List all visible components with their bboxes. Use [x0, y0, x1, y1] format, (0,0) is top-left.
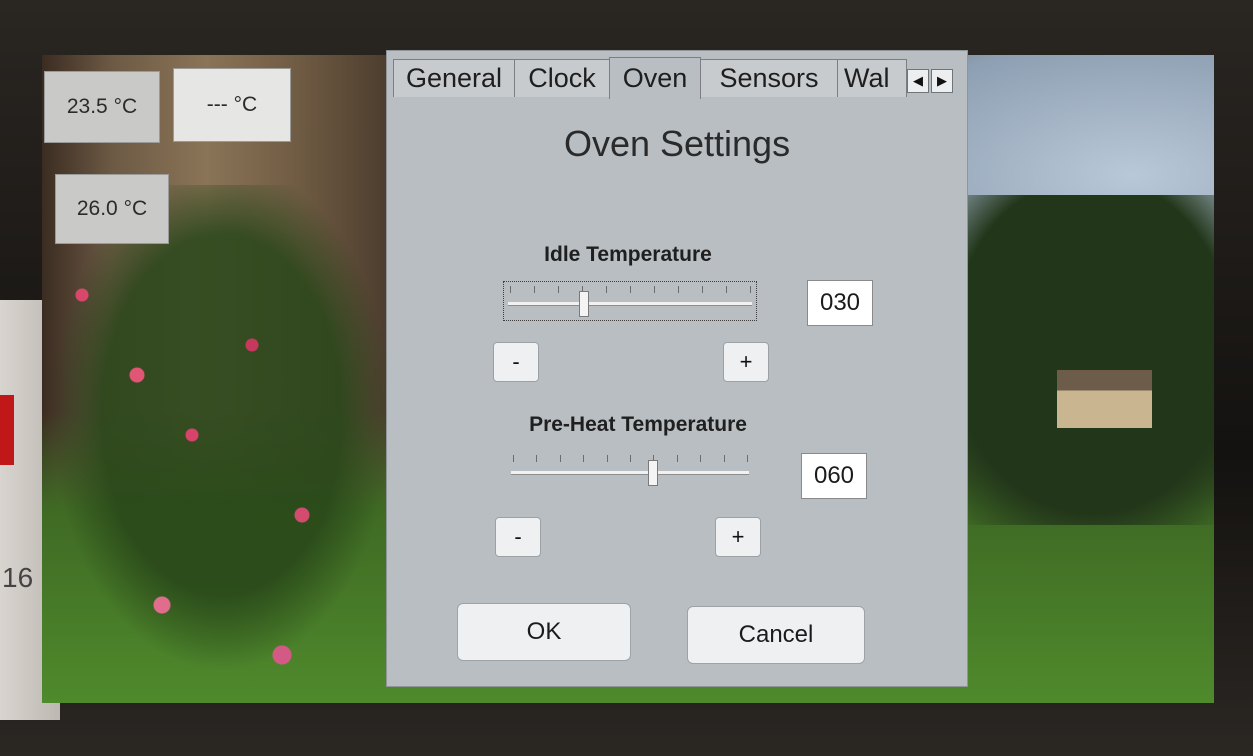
slider-tick: [534, 286, 535, 293]
tab-clock[interactable]: Clock: [514, 59, 610, 97]
idle-temperature-slider[interactable]: [503, 281, 757, 321]
slider-thumb[interactable]: [647, 460, 658, 486]
idle-increment-button[interactable]: +: [723, 342, 769, 382]
slider-track: [511, 471, 749, 475]
slider-thumb[interactable]: [578, 291, 589, 317]
tab-wallpaper[interactable]: Wal: [837, 59, 907, 97]
tab-oven[interactable]: Oven: [609, 57, 701, 99]
slider-tick: [558, 286, 559, 293]
preheat-increment-button[interactable]: +: [715, 517, 761, 557]
slider-tick: [726, 286, 727, 293]
preheat-decrement-button[interactable]: -: [495, 517, 541, 557]
preheat-temperature-slider[interactable]: [507, 451, 753, 491]
tab-bar: General Clock Oven Sensors Wal ◀ ▶: [387, 51, 967, 99]
wallpaper-flowers: [42, 185, 402, 685]
oven-settings-dialog: General Clock Oven Sensors Wal ◀ ▶ Oven …: [386, 50, 968, 687]
slider-tick: [678, 286, 679, 293]
slider-tick: [606, 455, 608, 462]
slider-tick: [750, 286, 751, 293]
slider-ticks: [510, 286, 751, 294]
slider-tick: [513, 455, 514, 462]
slider-tick: [536, 455, 538, 462]
slider-tick: [606, 286, 607, 293]
slider-tick: [510, 286, 511, 293]
tab-sensors[interactable]: Sensors: [700, 59, 838, 97]
tab-scroll-left-icon[interactable]: ◀: [907, 69, 929, 93]
slider-tick: [702, 286, 703, 293]
idle-temperature-label: Idle Temperature: [544, 243, 712, 266]
idle-temperature-value: 030: [807, 280, 873, 326]
preheat-temperature-value: 060: [801, 453, 867, 499]
slider-ticks: [513, 455, 748, 463]
slider-track: [508, 302, 752, 306]
slider-tick: [700, 455, 702, 462]
slider-tick: [583, 455, 585, 462]
preheat-temperature-label: Pre-Heat Temperature: [529, 413, 747, 436]
paper-red-mark: [0, 395, 14, 465]
temperature-reading-2: --- °C: [173, 68, 291, 142]
tab-general[interactable]: General: [393, 59, 515, 97]
slider-tick: [559, 455, 561, 462]
slider-tick: [676, 455, 678, 462]
wallpaper-trees: [942, 195, 1214, 525]
ok-button[interactable]: OK: [457, 603, 631, 661]
paper-number: 16: [2, 562, 34, 593]
slider-tick: [630, 286, 631, 293]
temperature-reading-3: 26.0 °C: [55, 174, 169, 244]
slider-tick: [747, 455, 748, 462]
tab-scroll-right-icon[interactable]: ▶: [931, 69, 953, 93]
wallpaper-house: [1057, 370, 1152, 428]
dialog-title: Oven Settings: [563, 123, 791, 164]
idle-decrement-button[interactable]: -: [493, 342, 539, 382]
cancel-button[interactable]: Cancel: [687, 606, 865, 664]
temperature-reading-1: 23.5 °C: [44, 71, 160, 143]
slider-tick: [630, 455, 631, 462]
slider-tick: [654, 286, 655, 293]
slider-tick: [723, 455, 725, 462]
